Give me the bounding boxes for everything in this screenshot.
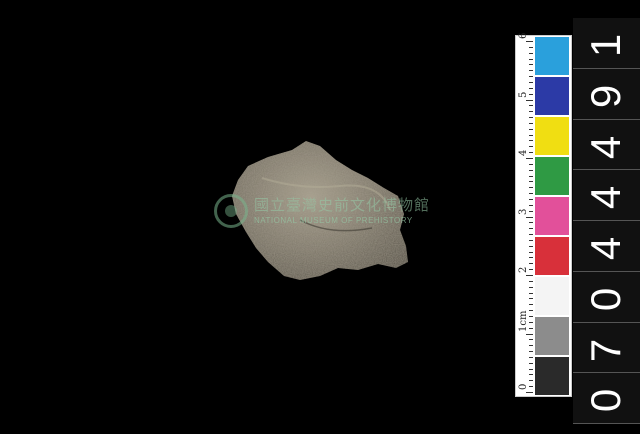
ruler-tick [529,339,533,341]
ruler-tick [529,304,533,306]
ruler-tick [526,158,533,159]
ruler-tick [529,117,533,119]
ruler-tick [529,105,533,107]
ruler-tick [529,386,533,388]
ruler-tick [529,368,533,370]
ruler-tick [529,181,533,183]
ruler-tick [529,380,533,382]
ruler-tick [529,169,533,171]
ruler-tick [529,146,533,148]
catalog-digit: 1 [582,33,630,58]
ruler-tick [526,333,533,335]
ruler-tick [529,122,533,124]
ruler-number: 0 [518,383,529,390]
ruler-tick [529,351,533,353]
ruler-tick [529,245,533,247]
catalog-separator [573,270,640,272]
ruler-tick [529,46,533,48]
ruler-tick [526,392,533,393]
catalog-separator [573,321,640,323]
ruler-tick [529,152,533,154]
ruler-number: 4 [518,149,529,156]
catalog-separator [573,169,640,171]
ruler-tick [529,228,533,230]
ruler-tick [529,234,533,236]
ruler-tick [529,239,533,241]
ruler-tick [529,140,533,142]
ruler-number: 2 [518,266,529,273]
color-swatch [535,357,569,395]
ruler-tick [529,257,533,259]
ruler-tick [529,321,533,323]
color-swatch [535,157,569,195]
ruler-number: 1cm [518,310,529,332]
ruler-tick [529,76,533,78]
ruler-tick [526,99,533,101]
ruler-tick [529,345,533,347]
catalog-separator [573,67,640,69]
ruler-tick [529,374,533,376]
color-swatch [535,197,569,235]
color-swatch [535,237,569,275]
ruler-tick [529,64,533,66]
ruler-tick [529,163,533,165]
ruler-tick [529,251,533,253]
ruler-number: 3 [518,208,529,215]
ruler-tick [529,310,533,312]
color-scale-bar: 0 1cm 2 3 4 5 6 [515,32,572,397]
color-swatch [535,317,569,355]
stone-fragment [232,141,408,280]
ruler-tick [529,134,533,136]
ruler-tick [529,187,533,189]
color-swatch [535,37,569,75]
catalog-separator [573,220,640,221]
catalog-number: 07044491 [573,18,640,424]
ruler-tick [526,216,533,218]
ruler-tick [529,175,533,177]
ruler-tick [529,81,533,83]
ruler-tick [529,70,533,72]
ruler-number: 5 [518,91,529,98]
ruler-tick [529,362,533,364]
catalog-separator [573,118,640,120]
color-swatch [535,77,569,115]
ruler-tick [529,58,533,60]
catalog-separator [573,372,640,374]
ruler-tick [529,286,533,288]
ruler-tick [529,356,533,358]
color-swatch [535,277,569,315]
ruler-tick [529,327,533,329]
color-swatch [535,117,569,155]
ruler-tick [529,52,533,54]
ruler-tick [529,193,533,195]
ruler-tick [529,93,533,95]
ruler-tick [529,204,533,206]
ruler-tick [529,269,533,271]
ruler-tick [529,111,533,113]
ruler-tick [529,292,533,294]
ruler-tick [529,280,533,282]
ruler-tick [529,222,533,224]
ruler-tick [529,315,533,317]
ruler-tick [529,298,533,300]
ruler-tick [529,87,533,89]
ruler-tick [529,210,533,212]
ruler-tick [529,198,533,200]
ruler-number: 6 [518,32,529,39]
ruler-tick [526,41,533,42]
ruler-tick [529,128,533,130]
ruler-tick [526,275,533,276]
ruler-tick [529,263,533,265]
